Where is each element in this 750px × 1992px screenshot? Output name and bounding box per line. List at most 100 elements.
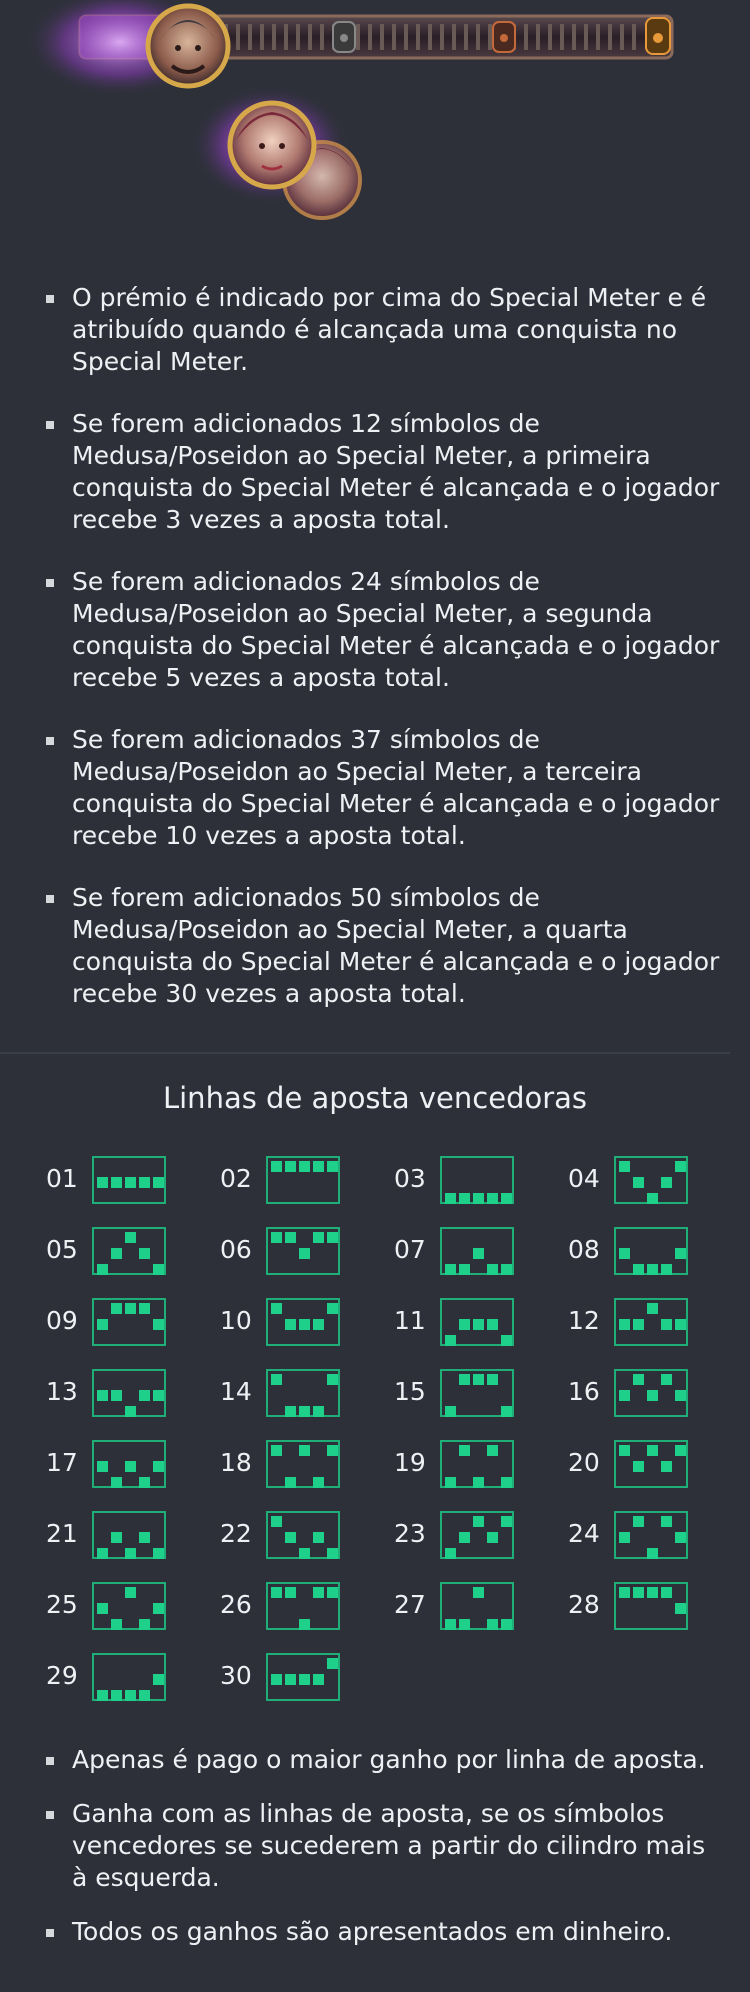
payline-cell xyxy=(647,1548,658,1559)
payline-cell xyxy=(139,1532,150,1543)
payline-cell xyxy=(97,1690,108,1701)
payline-cell xyxy=(675,1248,686,1259)
payline-cell xyxy=(299,1406,310,1417)
payline-cell xyxy=(675,1603,686,1614)
payline-cell xyxy=(111,1177,122,1188)
payline-number: 06 xyxy=(220,1235,252,1264)
general-rules: Apenas é pago o maior ganho por linha de… xyxy=(38,1744,728,1970)
payline-cell xyxy=(619,1248,630,1259)
payline-number: 07 xyxy=(394,1235,426,1264)
bullet-icon xyxy=(46,579,54,587)
payline-06: 06 xyxy=(220,1227,392,1277)
payline-pattern xyxy=(266,1156,340,1204)
payline-cell xyxy=(445,1193,456,1204)
payline-cell xyxy=(285,1674,296,1685)
rule-text: Se forem adicionados 12 símbolos de Medu… xyxy=(72,409,720,534)
payline-cell xyxy=(501,1477,512,1488)
payline-cell xyxy=(619,1532,630,1543)
payline-cell xyxy=(633,1177,644,1188)
payline-pattern xyxy=(440,1582,514,1630)
payline-cell xyxy=(445,1406,456,1417)
payline-number: 09 xyxy=(46,1306,78,1335)
paylines-title: Linhas de aposta vencedoras xyxy=(162,1081,588,1115)
payline-pattern xyxy=(92,1582,166,1630)
payline-pattern xyxy=(266,1582,340,1630)
payline-pattern xyxy=(614,1582,688,1630)
payline-03: 03 xyxy=(394,1156,566,1206)
payline-cell xyxy=(445,1619,456,1630)
payline-cell xyxy=(139,1690,150,1701)
payline-pattern xyxy=(92,1511,166,1559)
bullet-icon xyxy=(46,895,54,903)
payline-number: 12 xyxy=(568,1306,600,1335)
payline-cell xyxy=(619,1319,630,1330)
payline-cell xyxy=(299,1319,310,1330)
payline-cell xyxy=(675,1532,686,1543)
payline-number: 22 xyxy=(220,1519,252,1548)
payline-cell xyxy=(125,1406,136,1417)
payline-cell xyxy=(153,1390,164,1401)
payline-cell xyxy=(661,1461,672,1472)
payline-number: 21 xyxy=(46,1519,78,1548)
payline-28: 28 xyxy=(568,1582,740,1632)
payline-cell xyxy=(299,1161,310,1172)
medusa-portrait-icon xyxy=(227,100,317,190)
payline-29: 29 xyxy=(46,1653,218,1703)
payline-cell xyxy=(299,1445,310,1456)
payline-cell xyxy=(459,1374,470,1385)
payline-cell xyxy=(619,1161,630,1172)
payline-cell xyxy=(327,1658,338,1669)
payline-08: 08 xyxy=(568,1227,740,1277)
payline-cell xyxy=(313,1161,324,1172)
payline-cell xyxy=(661,1374,672,1385)
payline-cell xyxy=(313,1587,324,1598)
payline-number: 16 xyxy=(568,1377,600,1406)
payline-pattern xyxy=(92,1227,166,1275)
rule-text: O prémio é indicado por cima do Special … xyxy=(72,283,707,376)
payline-cell xyxy=(299,1619,310,1630)
bullet-icon xyxy=(46,295,54,303)
payline-cell xyxy=(285,1406,296,1417)
payline-cell xyxy=(327,1232,338,1243)
payline-cell xyxy=(97,1390,108,1401)
payline-cell xyxy=(285,1319,296,1330)
payline-cell xyxy=(473,1319,484,1330)
payline-cell xyxy=(153,1177,164,1188)
payline-cell xyxy=(487,1445,498,1456)
payline-number: 15 xyxy=(394,1377,426,1406)
payline-cell xyxy=(97,1264,108,1275)
payline-22: 22 xyxy=(220,1511,392,1561)
payline-cell xyxy=(153,1603,164,1614)
payline-pattern xyxy=(440,1511,514,1559)
payline-cell xyxy=(487,1264,498,1275)
payline-cell xyxy=(661,1516,672,1527)
payline-pattern xyxy=(614,1369,688,1417)
payline-number: 03 xyxy=(394,1164,426,1193)
payline-number: 05 xyxy=(46,1235,78,1264)
payline-cell xyxy=(633,1516,644,1527)
payline-cell xyxy=(487,1319,498,1330)
rule-item: Se forem adicionados 37 símbolos de Medu… xyxy=(38,724,728,852)
payline-cell xyxy=(327,1374,338,1385)
payline-number: 11 xyxy=(394,1306,426,1335)
payline-cell xyxy=(97,1177,108,1188)
payline-cell xyxy=(675,1319,686,1330)
payline-number: 19 xyxy=(394,1448,426,1477)
rule-text: Ganha com as linhas de aposta, se os sím… xyxy=(72,1799,706,1892)
payline-cell xyxy=(271,1232,282,1243)
payline-cell xyxy=(501,1516,512,1527)
payline-cell xyxy=(445,1264,456,1275)
payline-cell xyxy=(125,1232,136,1243)
payline-cell xyxy=(445,1548,456,1559)
payline-cell xyxy=(125,1690,136,1701)
payline-cell xyxy=(285,1532,296,1543)
payline-13: 13 xyxy=(46,1369,218,1419)
payline-cell xyxy=(97,1461,108,1472)
payline-cell xyxy=(111,1619,122,1630)
payline-number: 20 xyxy=(568,1448,600,1477)
payline-number: 23 xyxy=(394,1519,426,1548)
payline-cell xyxy=(633,1587,644,1598)
payline-20: 20 xyxy=(568,1440,740,1490)
payline-23: 23 xyxy=(394,1511,566,1561)
payline-cell xyxy=(473,1587,484,1598)
